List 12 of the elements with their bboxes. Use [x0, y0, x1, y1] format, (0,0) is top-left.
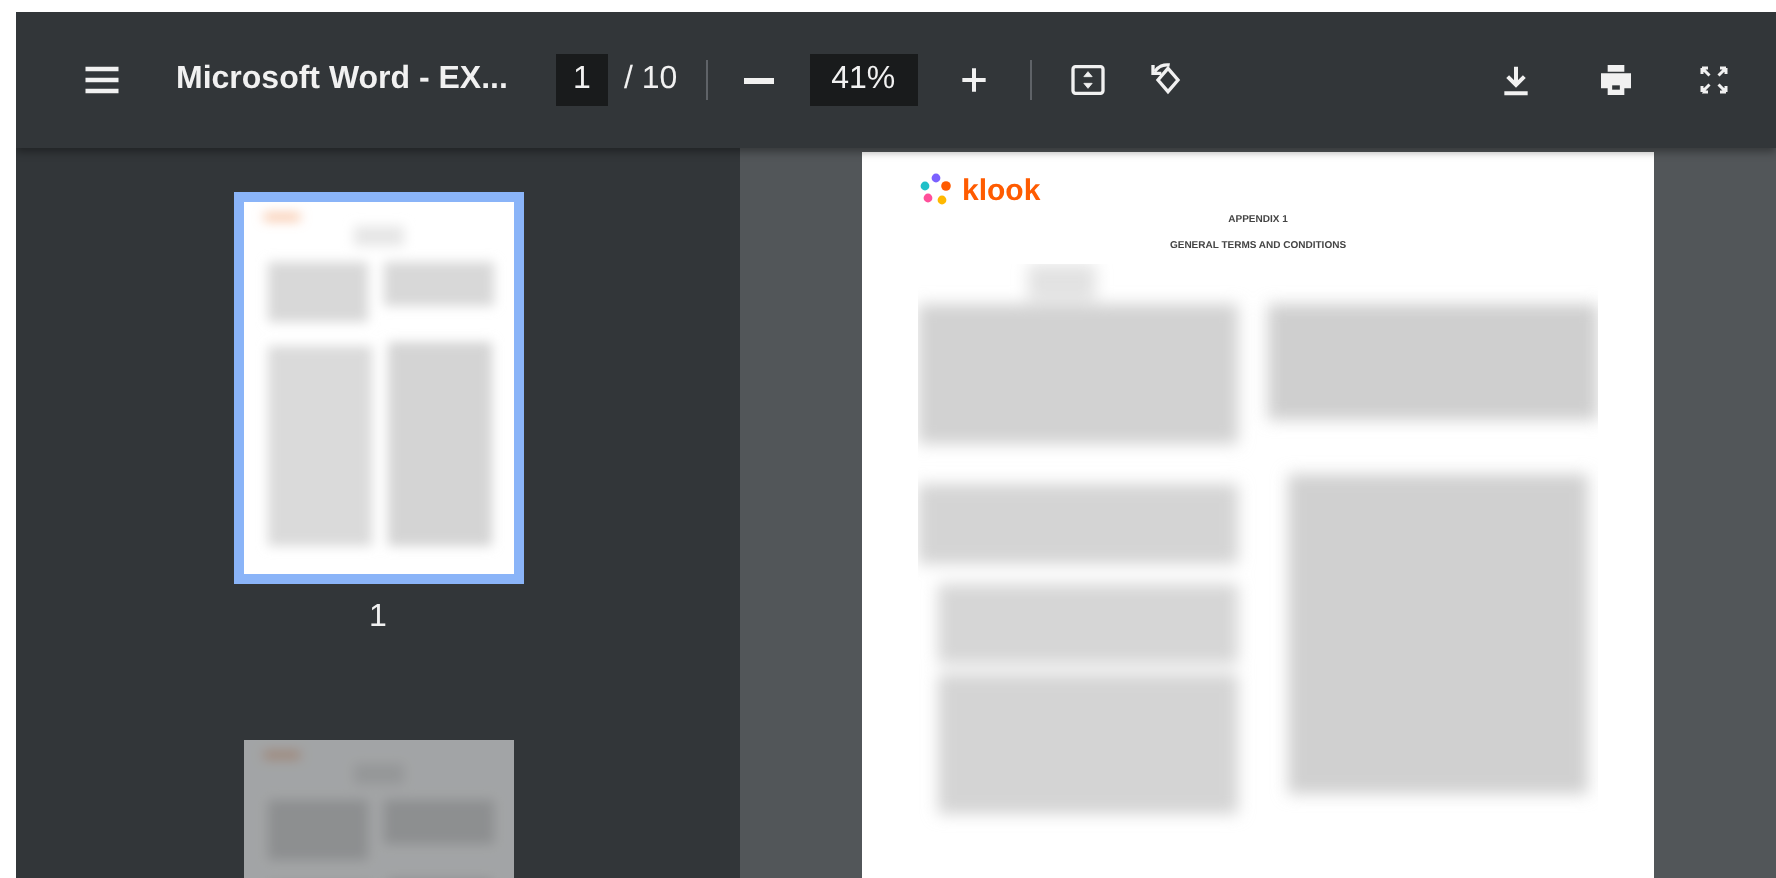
zoom-field[interactable]: 41%: [809, 54, 918, 106]
page-thumbnail[interactable]: [233, 192, 523, 584]
document-title: Microsoft Word - EX...: [176, 62, 508, 98]
fullscreen-icon: [1696, 62, 1732, 98]
logo-text: klook: [962, 173, 1041, 207]
print-icon: [1596, 60, 1636, 100]
page-number-label: 1: [369, 600, 387, 636]
fit-page-icon: [1067, 60, 1108, 100]
logo-icon: [918, 172, 954, 208]
minus-icon: [743, 77, 774, 83]
page-total: / 10: [623, 62, 678, 98]
page-number-field[interactable]: 1: [555, 54, 608, 106]
